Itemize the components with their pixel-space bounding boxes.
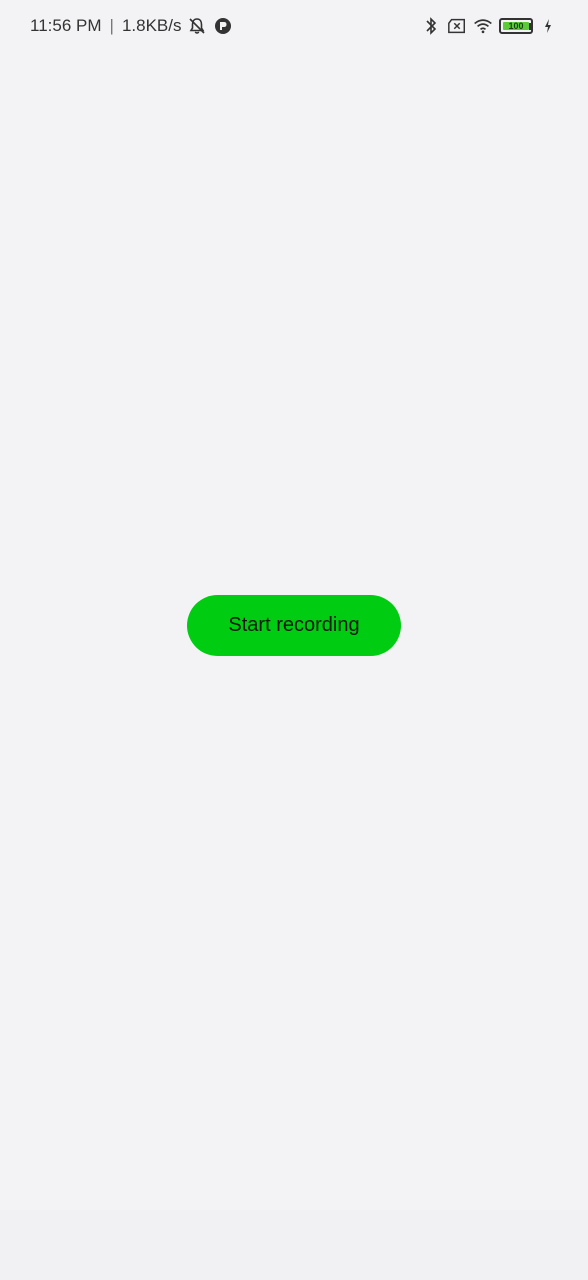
no-sim-icon — [447, 16, 467, 36]
bell-off-icon — [187, 16, 207, 36]
bottom-bar — [0, 1210, 588, 1280]
start-recording-button[interactable]: Start recording — [187, 595, 401, 656]
status-bar: 11:56 PM | 1.8KB/s 100 — [0, 0, 588, 52]
status-left: 11:56 PM | 1.8KB/s — [30, 16, 233, 36]
battery-level: 100 — [508, 21, 524, 31]
battery-icon: 100 — [499, 18, 533, 34]
bluetooth-icon — [421, 16, 441, 36]
battery-body: 100 — [499, 18, 533, 34]
status-time: 11:56 PM — [30, 16, 102, 35]
network-speed: 1.8KB/s — [121, 16, 182, 35]
charging-icon — [538, 16, 558, 36]
wifi-icon — [473, 16, 493, 36]
status-separator: | — [109, 16, 114, 35]
status-right: 100 — [421, 16, 558, 36]
app-notification-icon — [213, 16, 233, 36]
